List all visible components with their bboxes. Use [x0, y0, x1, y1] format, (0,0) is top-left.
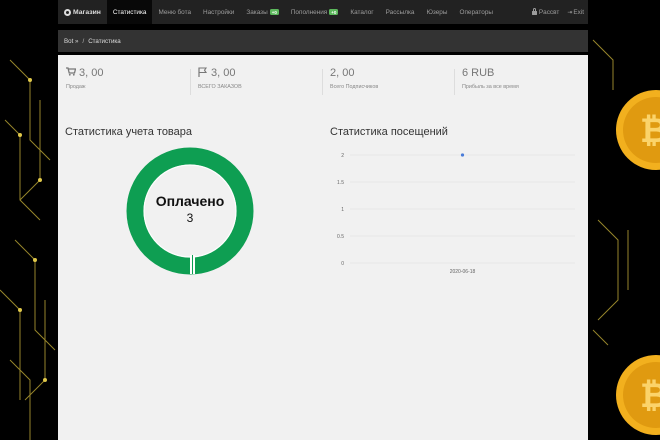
nav-mailing[interactable]: Рассылка: [380, 0, 421, 24]
stat-profit-value: 6 RUB: [462, 67, 495, 79]
exit-label: Exit: [573, 8, 584, 16]
nav-orders-label: Заказы: [246, 8, 268, 16]
y-tick-label: 2: [341, 153, 344, 159]
flag-icon: [198, 66, 208, 80]
nav-topups[interactable]: Пополнения +0: [285, 0, 345, 24]
donut-center-label: Оплачено: [155, 193, 225, 209]
globe-icon: [64, 8, 71, 16]
orders-badge: +0: [269, 9, 279, 15]
stats-row: 3, 00 Продаж 3, 00 ВСЕГО ЗАКАЗОВ 2, 00 В…: [58, 65, 588, 97]
nav-statistics[interactable]: Статистика: [106, 0, 153, 24]
visits-stats-title: Статистика посещений: [330, 126, 448, 138]
nav-statistics-label: Статистика: [112, 8, 147, 16]
nav-catalog[interactable]: Каталог: [344, 0, 379, 24]
cart-icon: [66, 67, 77, 79]
password-label: Pассвт: [538, 8, 560, 16]
data-point[interactable]: [460, 153, 465, 157]
y-tick-label: 0: [341, 261, 344, 267]
nav-operators[interactable]: Операторы: [453, 0, 499, 24]
breadcrumb-separator: /: [82, 37, 85, 45]
nav-operators-label: Операторы: [459, 8, 493, 16]
y-tick-label: 1.5: [337, 180, 344, 186]
main-panel: 3, 00 Продаж 3, 00 ВСЕГО ЗАКАЗОВ 2, 00 В…: [58, 55, 588, 440]
svg-text:₿: ₿: [640, 112, 660, 150]
nav-users[interactable]: Юзеры: [420, 0, 453, 24]
topups-badge: +0: [329, 9, 339, 15]
nav-orders[interactable]: Заказы +0: [240, 0, 285, 24]
stat-orders-label: ВСЕГО ЗАКАЗОВ: [198, 84, 242, 90]
product-stats-title: Статистика учета товара: [65, 126, 193, 138]
exit-link[interactable]: ⇥ Exit: [563, 0, 588, 24]
breadcrumb: Bot » / Статистика: [58, 30, 588, 52]
nav-bot-menu[interactable]: Меню бота: [152, 0, 197, 24]
stat-sales-label: Продаж: [66, 84, 86, 90]
brand-label: Магазин: [73, 8, 101, 16]
breadcrumb-current: Статистика: [88, 37, 121, 45]
top-navbar: Магазин Статистика Меню бота Настройки З…: [58, 0, 588, 24]
stat-subscribers: 2, 00 Всего Подписчиков: [322, 65, 454, 97]
breadcrumb-root[interactable]: Bot »: [64, 38, 78, 45]
nav-bot-menu-label: Меню бота: [158, 8, 191, 16]
x-tick-label: 2020-06-18: [450, 269, 476, 275]
stat-orders: 3, 00 ВСЕГО ЗАКАЗОВ: [190, 65, 322, 97]
donut-center-value: 3: [186, 211, 194, 225]
brand-link[interactable]: Магазин: [58, 0, 107, 24]
svg-text:₿: ₿: [640, 377, 660, 415]
stat-orders-value: 3, 00: [211, 67, 236, 79]
visits-line-chart: 2 1.5 1 0.5 0 2020-06-18: [330, 145, 580, 275]
stat-orders-value-row: 3, 00: [198, 65, 322, 81]
visits-chart-svg: 2 1.5 1 0.5 0 2020-06-18: [337, 153, 575, 275]
y-tick-label: 1: [341, 207, 344, 213]
stat-subscribers-label: Всего Подписчиков: [330, 84, 379, 90]
stat-profit: 6 RUB Прибыль за все время: [454, 65, 586, 97]
stat-sales-value: 3, 00: [79, 67, 104, 79]
stat-profit-value-row: 6 RUB: [462, 65, 586, 81]
nav-settings[interactable]: Настройки: [197, 0, 240, 24]
background-left-decor: [0, 0, 58, 440]
nav-catalog-label: Каталог: [350, 8, 374, 16]
nav-settings-label: Настройки: [203, 8, 235, 16]
stat-sales-value-row: 3, 00: [66, 65, 190, 81]
stat-sales: 3, 00 Продаж: [58, 65, 190, 97]
y-tick-label: 0.5: [337, 234, 344, 240]
lock-icon: [531, 8, 537, 15]
stat-subscribers-value: 2, 00: [330, 67, 355, 79]
background-right-decor: ₿ ₿: [588, 0, 660, 440]
nav-mailing-label: Рассылка: [385, 8, 415, 16]
password-link[interactable]: Pассвт: [528, 0, 563, 24]
stat-profit-label: Прибыль за все время: [462, 84, 519, 90]
nav-topups-label: Пополнения: [290, 8, 328, 16]
nav-users-label: Юзеры: [426, 8, 448, 16]
stat-subscribers-value-row: 2, 00: [330, 65, 454, 81]
exit-icon: ⇥: [567, 9, 573, 16]
product-donut-chart: Оплачено 3: [126, 147, 254, 275]
